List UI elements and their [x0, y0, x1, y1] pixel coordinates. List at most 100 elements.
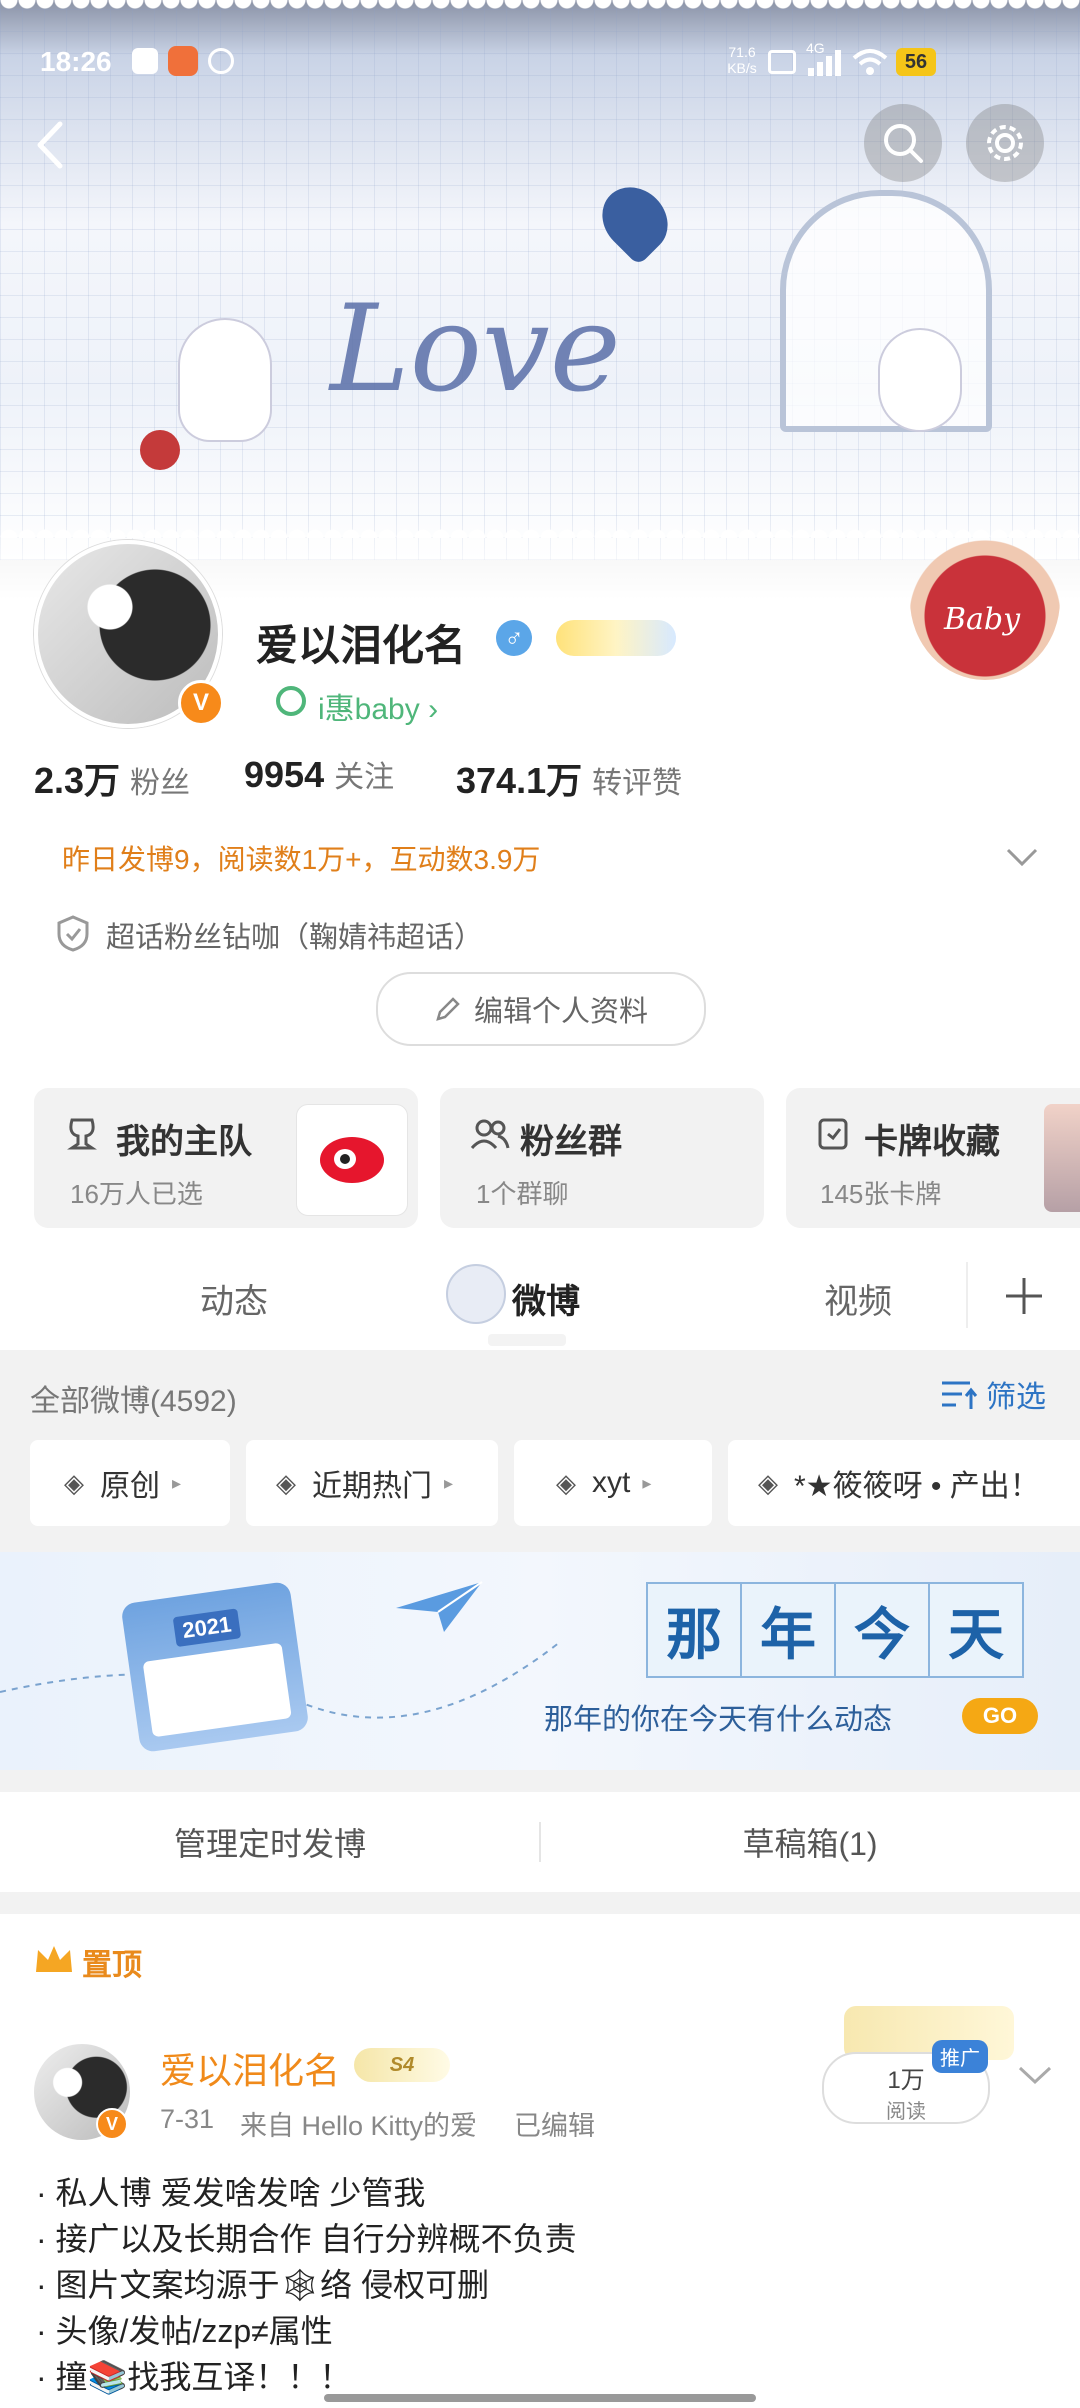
memory-char: 那: [646, 1582, 742, 1678]
scheduled-posts-button[interactable]: 管理定时发博: [0, 1792, 540, 1892]
stat-value: 2.3万: [34, 760, 121, 801]
tab-weibo[interactable]: 微博: [512, 1274, 580, 1323]
post-author[interactable]: 爱以泪化名: [160, 2042, 340, 2094]
settings-button[interactable]: [966, 104, 1044, 182]
chevron-down-icon[interactable]: [1016, 2062, 1054, 2088]
profile-tabs: 动态 微博 视频: [0, 1240, 1080, 1350]
memory-banner[interactable]: 2021 那 年 今 天 那年的你在今天有什么动态 GO: [0, 1552, 1080, 1770]
fan-group-card[interactable]: 粉丝群 1个群聊: [440, 1088, 764, 1228]
go-button[interactable]: GO: [962, 1698, 1038, 1734]
filter-button[interactable]: 筛选: [940, 1372, 1046, 1416]
card-collection-card[interactable]: 卡牌收藏 145张卡牌: [786, 1088, 1080, 1228]
all-posts-count: 全部微博(4592): [30, 1385, 237, 1418]
weibo-logo: [296, 1104, 408, 1216]
promo-tag[interactable]: 推广: [932, 2040, 988, 2073]
profile-subtitle-link[interactable]: i惠baby ›: [318, 684, 438, 728]
calendar-year: 2021: [172, 1608, 242, 1648]
tab-dynamic[interactable]: 动态: [200, 1274, 268, 1323]
gesture-bar[interactable]: [324, 2394, 756, 2402]
bunny-illustration: [880, 330, 960, 430]
layers-icon: ◈: [758, 1467, 778, 1498]
stat-value: 374.1万: [456, 760, 583, 801]
plus-icon[interactable]: [1004, 1276, 1044, 1316]
post-text-line: · 图片文案均源于🕸络 侵权可删: [36, 2267, 490, 2303]
love-decoration-text: Love: [330, 280, 621, 419]
heart-decoration: [589, 174, 681, 266]
filter-chip-hot[interactable]: ◈ 近期热门 ▸: [246, 1440, 498, 1526]
stat-following[interactable]: 9954 关注: [244, 752, 394, 796]
lace-decoration: [0, 0, 1080, 18]
card-subtitle: 16万人已选: [70, 1179, 203, 1209]
memory-title: 那 年 今 天: [646, 1582, 1024, 1678]
card-title: 粉丝群: [520, 1123, 622, 1161]
pinned-post[interactable]: 置顶 V 爱以泪化名 S4 7-31 来自 Hello Kitty的爱 已编辑 …: [0, 1914, 1080, 2408]
verified-badge: V: [96, 2108, 128, 2140]
profile-subtitle: i惠baby: [318, 693, 420, 726]
chip-label: 原创: [100, 1470, 160, 1503]
pencil-icon: [436, 997, 460, 1021]
pinned-label: 置顶: [82, 1949, 142, 1982]
memory-char: 天: [930, 1582, 1024, 1678]
bunny-illustration: [180, 320, 270, 440]
stat-fans[interactable]: 2.3万 粉丝: [34, 752, 190, 804]
memory-char: 年: [742, 1582, 836, 1678]
stat-label: 转评赞: [592, 767, 683, 800]
status-time: 18:26: [40, 46, 112, 77]
tab-video[interactable]: 视频: [824, 1274, 892, 1323]
signal-icon: [808, 50, 841, 76]
baby-sticker: Baby: [910, 520, 1060, 680]
layers-icon: ◈: [64, 1467, 84, 1498]
my-team-card[interactable]: 我的主队 16万人已选: [34, 1088, 418, 1228]
tab-decoration-icon: [446, 1264, 506, 1324]
card-subtitle: 1个群聊: [476, 1179, 569, 1209]
spiral-icon: [276, 686, 306, 716]
member-badge[interactable]: [556, 620, 676, 656]
post-text-line: · 头像/发帖/zzp≠属性: [36, 2313, 333, 2349]
post-text-line: · 私人博 爱发啥发啥 少管我: [36, 2175, 426, 2211]
filter-label: 筛选: [986, 1381, 1046, 1414]
chevron-down-icon[interactable]: [1004, 844, 1040, 868]
edit-profile-button[interactable]: 编辑个人资料: [376, 972, 706, 1046]
stat-label: 粉丝: [130, 767, 191, 800]
card-icon: [818, 1118, 848, 1150]
filter-icon: [942, 1381, 978, 1409]
card-title: 我的主队: [116, 1123, 252, 1161]
card-thumbnail: [1044, 1104, 1080, 1212]
actions-bar: 管理定时发博 草稿箱(1): [0, 1792, 1080, 1892]
edit-profile-label: 编辑个人资料: [473, 996, 648, 1028]
sticker-text: Baby: [944, 602, 1021, 637]
chip-label: *★筱筱呀 • 产出！: [794, 1470, 1040, 1503]
stat-interactions[interactable]: 374.1万 转评赞: [456, 752, 682, 804]
super-topic-label[interactable]: 超话粉丝钻咖（鞠婧祎超话）: [106, 914, 483, 956]
profile-banner: 18:26 71.6 KB/s 4G 56 Love: [0, 0, 1080, 560]
back-arrow-icon[interactable]: [30, 118, 70, 172]
stat-label: 关注: [334, 761, 395, 794]
wifi-icon: [852, 49, 888, 75]
drafts-button[interactable]: 草稿箱(1): [540, 1792, 1080, 1892]
memory-char: 今: [836, 1582, 930, 1678]
post-text-line: · 撞📚找我互译！！！: [36, 2359, 352, 2395]
search-button[interactable]: [864, 104, 942, 182]
gender-icon: ♂: [496, 620, 532, 656]
calendar-icon: 2021: [120, 1580, 310, 1754]
battery-indicator: 56: [896, 48, 936, 76]
memory-subtitle: 那年的你在今天有什么动态: [544, 1702, 893, 1736]
activity-summary[interactable]: 昨日发博9，阅读数1万+，互动数3.9万: [62, 838, 540, 878]
card-subtitle: 145张卡牌: [820, 1179, 942, 1209]
chip-label: 近期热门: [312, 1470, 432, 1503]
caret-right-icon: ▸: [444, 1472, 454, 1493]
filter-chip-xyt[interactable]: ◈ xyt ▸: [514, 1440, 712, 1526]
caret-right-icon: ▸: [172, 1472, 182, 1493]
read-label: 阅读: [886, 2101, 926, 2123]
chevron-right-icon: ›: [428, 693, 439, 726]
weibo-status-icon: [132, 48, 158, 74]
crown-icon: [36, 1946, 72, 1972]
shield-icon: [57, 915, 89, 952]
filter-chip-original[interactable]: ◈ 原创 ▸: [30, 1440, 230, 1526]
layers-icon: ◈: [276, 1467, 296, 1498]
gear-icon: [987, 125, 1023, 161]
post-edited: 已编辑: [514, 2111, 595, 2141]
filter-chip-custom[interactable]: ◈ *★筱筱呀 • 产出！: [728, 1440, 1080, 1526]
level-badge: S4: [354, 2048, 450, 2082]
network-speed: 71.6 KB/s: [727, 44, 757, 76]
